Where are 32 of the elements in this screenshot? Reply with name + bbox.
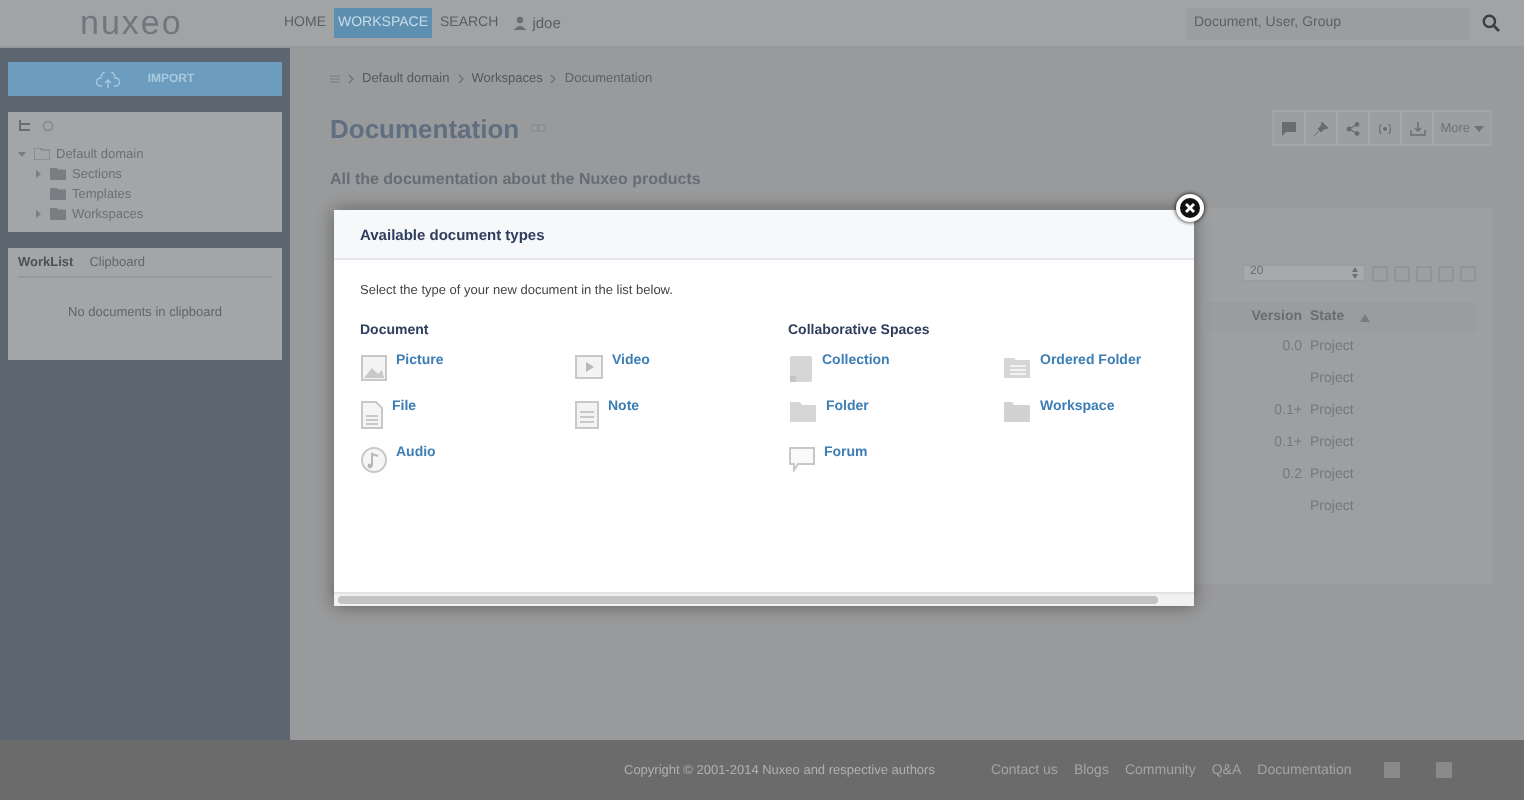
tree-icon[interactable] bbox=[18, 120, 30, 132]
file-icon bbox=[360, 400, 384, 430]
video-icon bbox=[574, 354, 604, 380]
chevron-right-icon bbox=[457, 74, 464, 84]
folder-icon bbox=[788, 400, 818, 424]
search-icon[interactable] bbox=[1482, 14, 1500, 32]
close-button[interactable] bbox=[1176, 194, 1204, 222]
tray-arrow-icon bbox=[1409, 121, 1426, 135]
close-icon bbox=[1184, 202, 1196, 214]
caret-icon bbox=[1474, 125, 1484, 131]
ordered-folder-icon bbox=[1002, 354, 1032, 380]
chevron-right-icon bbox=[348, 74, 354, 84]
page-title: Documentation bbox=[330, 113, 520, 143]
updown-icon bbox=[1352, 266, 1358, 280]
scrollbar-thumb[interactable] bbox=[338, 596, 1158, 604]
collection-icon bbox=[788, 354, 814, 384]
broadcast-icon bbox=[1376, 121, 1395, 135]
picture-icon bbox=[360, 354, 388, 382]
expand-icon[interactable] bbox=[34, 170, 42, 178]
comment-icon bbox=[1282, 121, 1297, 135]
pin-icon bbox=[1314, 121, 1329, 135]
user-icon bbox=[514, 16, 527, 30]
note-icon bbox=[574, 400, 600, 430]
share-icon bbox=[1346, 121, 1361, 135]
chevron-right-icon bbox=[550, 74, 557, 84]
cloud-upload-icon bbox=[95, 71, 120, 87]
collapse-icon[interactable] bbox=[18, 150, 26, 158]
forum-icon bbox=[788, 446, 816, 472]
sort-ascending-icon[interactable] bbox=[1360, 313, 1371, 321]
expand-icon[interactable] bbox=[34, 210, 42, 218]
workspace-icon bbox=[1002, 400, 1032, 424]
audio-icon bbox=[360, 446, 388, 474]
